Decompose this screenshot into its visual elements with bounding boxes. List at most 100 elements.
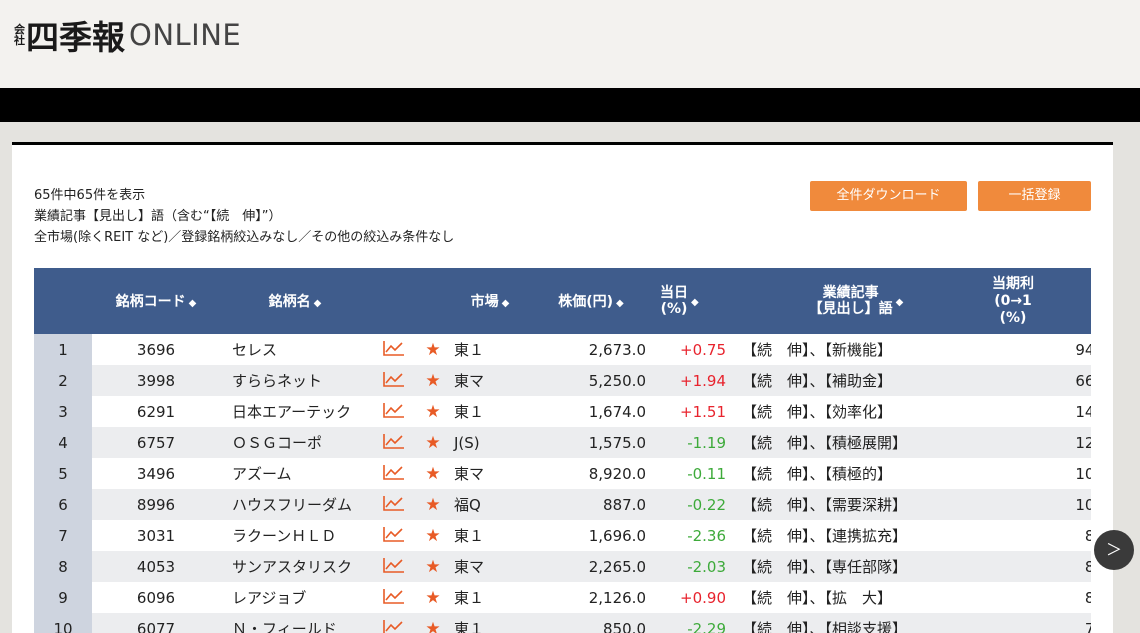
price: 887.0 [532, 489, 650, 520]
download-all-button[interactable]: 全件ダウンロード [810, 181, 967, 211]
line-chart-icon[interactable] [370, 458, 418, 489]
star-icon[interactable]: ★ [418, 489, 448, 520]
period-profit: 141 [976, 396, 1091, 427]
star-icon[interactable]: ★ [418, 427, 448, 458]
column-header-name[interactable]: 銘柄名 ◆ [220, 268, 370, 334]
column-header-market[interactable]: 市場 ◆ [448, 268, 532, 334]
price: 1,696.0 [532, 520, 650, 551]
market: J(S) [448, 427, 532, 458]
table-row[interactable]: 5 3496 アズーム ★ 東マ 8,920.0 -0.11 【続 伸】、【積極… [34, 458, 1091, 489]
stock-code: 3998 [92, 365, 220, 396]
sort-icon: ◆ [691, 297, 699, 308]
daily-change: +0.90 [650, 582, 736, 613]
daily-change: -0.11 [650, 458, 736, 489]
headline: 【続 伸】、【効率化】 [736, 396, 976, 427]
row-number: 2 [34, 365, 92, 396]
sort-icon: ◆ [616, 298, 624, 309]
stock-name-link[interactable]: Ｎ・フィールド [220, 613, 370, 633]
table-row[interactable]: 10 6077 Ｎ・フィールド ★ 東１ 850.0 -2.29 【続 伸】、【… [34, 613, 1091, 633]
line-chart-icon[interactable] [370, 334, 418, 365]
table-row[interactable]: 9 6096 レアジョブ ★ 東１ 2,126.0 +0.90 【続 伸】、【拡… [34, 582, 1091, 613]
stock-name-link[interactable]: レアジョブ [220, 582, 370, 613]
table-header-row: 銘柄コード ◆ 銘柄名 ◆ 市場 ◆ 株価(円) ◆ 当日 (%) ◆ 業績記事 【見出し】語… [34, 268, 1091, 334]
star-icon[interactable]: ★ [418, 458, 448, 489]
star-icon[interactable]: ★ [418, 520, 448, 551]
stock-code: 6077 [92, 613, 220, 633]
market: 東マ [448, 365, 532, 396]
column-header-price[interactable]: 株価(円) ◆ [532, 268, 650, 334]
column-header-change[interactable]: 当日 (%) ◆ [650, 268, 736, 334]
star-icon[interactable]: ★ [418, 582, 448, 613]
table-row[interactable]: 7 3031 ラクーンＨＬＤ ★ 東１ 1,696.0 -2.36 【続 伸】、… [34, 520, 1091, 551]
period-profit: 88 [976, 520, 1091, 551]
table-row[interactable]: 3 6291 日本エアーテック ★ 東１ 1,674.0 +1.51 【続 伸】… [34, 396, 1091, 427]
price: 8,920.0 [532, 458, 650, 489]
line-chart-icon[interactable] [370, 520, 418, 551]
daily-change: -1.19 [650, 427, 736, 458]
star-icon[interactable]: ★ [418, 613, 448, 633]
column-header-headline[interactable]: 業績記事 【見出し】語 ◆ [736, 268, 976, 334]
market: 東１ [448, 520, 532, 551]
line-chart-icon[interactable] [370, 489, 418, 520]
stock-code: 6096 [92, 582, 220, 613]
line-chart-icon[interactable] [370, 613, 418, 633]
star-icon[interactable]: ★ [418, 551, 448, 582]
stock-name-link[interactable]: サンアスタリスク [220, 551, 370, 582]
star-icon[interactable]: ★ [418, 396, 448, 427]
global-nav-bar [0, 88, 1140, 122]
column-header-number [34, 268, 92, 334]
stock-name-link[interactable]: ハウスフリーダム [220, 489, 370, 520]
star-icon[interactable]: ★ [418, 365, 448, 396]
line-chart-icon[interactable] [370, 551, 418, 582]
column-header-code[interactable]: 銘柄コード ◆ [92, 268, 220, 334]
star-icon[interactable]: ★ [418, 334, 448, 365]
daily-change: -2.36 [650, 520, 736, 551]
table-row[interactable]: 2 3998 すららネット ★ 東マ 5,250.0 +1.94 【続 伸】、【… [34, 365, 1091, 396]
period-profit: 102 [976, 489, 1091, 520]
stock-code: 3496 [92, 458, 220, 489]
stock-name-link[interactable]: すららネット [220, 365, 370, 396]
stock-code: 8996 [92, 489, 220, 520]
headline: 【続 伸】、【専任部隊】 [736, 551, 976, 582]
stock-name-link[interactable]: 日本エアーテック [220, 396, 370, 427]
daily-change: -2.29 [650, 613, 736, 633]
period-profit: 108 [976, 458, 1091, 489]
stock-name-link[interactable]: セレス [220, 334, 370, 365]
line-chart-icon[interactable] [370, 396, 418, 427]
result-count: 65件中65件を表示 [34, 188, 146, 203]
table-row[interactable]: 6 8996 ハウスフリーダム ★ 福Q 887.0 -0.22 【続 伸】、【… [34, 489, 1091, 520]
bulk-register-button[interactable]: 一括登録 [978, 181, 1091, 211]
price: 2,265.0 [532, 551, 650, 582]
period-profit: 667 [976, 365, 1091, 396]
row-number: 8 [34, 551, 92, 582]
headline: 【続 伸】、【積極展開】 [736, 427, 976, 458]
stock-name-link[interactable]: ラクーンＨＬＤ [220, 520, 370, 551]
market: 福Q [448, 489, 532, 520]
line-chart-icon[interactable] [370, 365, 418, 396]
market: 東１ [448, 582, 532, 613]
stock-name-link[interactable]: ＯＳＧコーポ [220, 427, 370, 458]
daily-change: +0.75 [650, 334, 736, 365]
table-row[interactable]: 1 3696 セレス ★ 東１ 2,673.0 +0.75 【続 伸】、【新機能… [34, 334, 1091, 365]
sort-icon: ◆ [501, 298, 510, 309]
row-number: 1 [34, 334, 92, 365]
line-chart-icon[interactable] [370, 427, 418, 458]
table-row[interactable]: 4 6757 ＯＳＧコーポ ★ J(S) 1,575.0 -1.19 【続 伸】… [34, 427, 1091, 458]
results-table-wrapper[interactable]: 銘柄コード ◆ 銘柄名 ◆ 市場 ◆ 株価(円) ◆ 当日 (%) ◆ 業績記事 【見出し】語… [34, 268, 1091, 633]
table-row[interactable]: 8 4053 サンアスタリスク ★ 東マ 2,265.0 -2.03 【続 伸】… [34, 551, 1091, 582]
row-number: 6 [34, 489, 92, 520]
line-chart-icon[interactable] [370, 582, 418, 613]
price: 1,575.0 [532, 427, 650, 458]
column-header-period-profit[interactable]: 当期利 (0→1 (%) [976, 268, 1091, 334]
shikiho-online-logo[interactable]: 会 社 四季報 ONLINE [14, 14, 241, 57]
row-number: 4 [34, 427, 92, 458]
daily-change: -2.03 [650, 551, 736, 582]
stock-name-link[interactable]: アズーム [220, 458, 370, 489]
scroll-right-button[interactable]: ＞ [1094, 530, 1134, 570]
sort-icon: ◆ [313, 298, 322, 309]
headline: 【続 伸】、【拡 大】 [736, 582, 976, 613]
market: 東１ [448, 334, 532, 365]
column-header-favorite [418, 268, 448, 334]
condition-filters: 全市場(除くREIT など)／登録銘柄絞込みなし／その他の絞込み条件なし [34, 230, 455, 245]
row-number: 7 [34, 520, 92, 551]
